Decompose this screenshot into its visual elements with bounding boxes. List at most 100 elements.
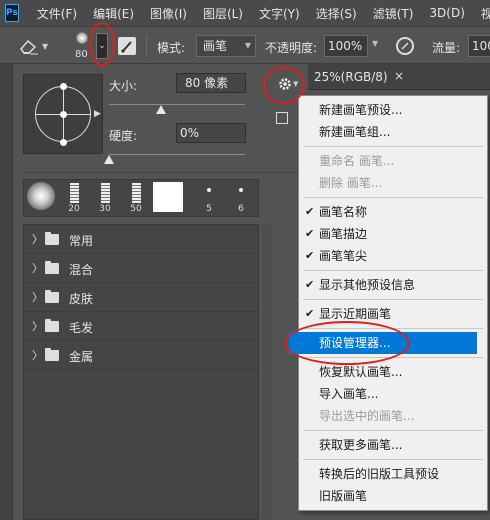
chevron-down-icon: ▼: [244, 41, 251, 50]
soft-round-brush-icon: [27, 182, 55, 210]
menu-item-label: 显示其他预设信息: [319, 278, 416, 292]
menu-item-label: 旧版画笔: [319, 489, 368, 503]
recent-brush-label: 5: [206, 204, 212, 214]
document-tab[interactable]: 25%(RGB/8) ×: [308, 64, 490, 90]
chevron-right-icon[interactable]: 〉: [32, 318, 43, 334]
brush-settings-icon[interactable]: [118, 37, 136, 55]
menu-bar: Ps 文件(F) 编辑(E) 图像(I) 图层(L) 文字(Y) 选择(S) 滤…: [0, 0, 490, 26]
tip-roundness-handle[interactable]: [60, 139, 67, 146]
menu-select[interactable]: 选择(S): [316, 5, 357, 22]
folder-label: 金属: [69, 350, 94, 364]
mode-select[interactable]: 画笔 ▼: [196, 35, 256, 57]
recent-brush-hard-square[interactable]: [152, 180, 186, 216]
menu-image[interactable]: 图像(I): [150, 5, 187, 22]
folder-row[interactable]: 〉 毛发: [24, 312, 258, 341]
menu-item-label: 导入画笔...: [319, 387, 379, 401]
recent-brush-30[interactable]: 30: [90, 180, 120, 216]
tool-preset-caret-icon[interactable]: ▼: [42, 42, 48, 51]
folder-row[interactable]: 〉 混合: [24, 254, 258, 283]
recent-brush-50[interactable]: 50: [121, 180, 151, 216]
new-preset-icon[interactable]: [276, 112, 288, 124]
menu-item-label: 画笔描边: [319, 227, 368, 241]
tip-roundness-handle[interactable]: [60, 83, 67, 90]
recent-brush-soft-round[interactable]: [26, 180, 56, 216]
mode-value: 画笔: [203, 39, 228, 53]
menu-item-brush-stroke[interactable]: ✔ 画笔描边: [299, 223, 487, 245]
pressure-opacity-icon[interactable]: [396, 37, 414, 55]
opacity-slider-arrow-icon[interactable]: ▼: [372, 39, 378, 48]
menu-item-import-brushes[interactable]: 导入画笔...: [299, 383, 487, 405]
folder-label: 常用: [69, 234, 94, 248]
menu-item-show-extra-preset-info[interactable]: ✔ 显示其他预设信息: [299, 274, 487, 296]
menu-layer[interactable]: 图层(L): [203, 5, 243, 22]
folder-icon: [45, 348, 59, 361]
tip-center-handle[interactable]: [60, 111, 67, 118]
menu-separator: [303, 459, 483, 460]
menu-item-export-selected-brushes[interactable]: 导出选中的画笔...: [299, 405, 487, 427]
folder-icon: [45, 290, 59, 303]
menu-item-rename-brush[interactable]: 重命名 画笔...: [299, 150, 487, 172]
size-slider-thumb[interactable]: [155, 105, 166, 114]
menu-type[interactable]: 文字(Y): [259, 5, 300, 22]
recent-brush-label: 30: [99, 204, 111, 214]
menu-item-delete-brush[interactable]: 删除 画笔...: [299, 172, 487, 194]
hardness-input[interactable]: 0%: [176, 123, 246, 143]
folder-row[interactable]: 〉 常用: [24, 225, 258, 254]
annotation-ring-brush-dropdown: [89, 22, 115, 66]
close-icon[interactable]: ×: [394, 69, 404, 83]
annotation-ring-gear: [263, 66, 305, 104]
menu-3d[interactable]: 3D(D): [429, 6, 464, 20]
texture-brush-icon: [101, 183, 110, 203]
chevron-right-icon[interactable]: 〉: [32, 231, 43, 247]
chevron-right-icon[interactable]: 〉: [32, 260, 43, 276]
menu-item-label: 画笔笔尖: [319, 249, 368, 263]
photoshop-logo[interactable]: Ps: [5, 4, 19, 22]
folder-label: 毛发: [69, 321, 94, 335]
folder-list-scrollbar[interactable]: [262, 224, 272, 520]
size-slider-track[interactable]: [109, 104, 245, 105]
menu-item-new-brush-preset[interactable]: 新建画笔预设...: [299, 99, 487, 121]
recent-brush-label: 20: [68, 204, 80, 214]
menu-filter[interactable]: 滤镜(T): [373, 5, 414, 22]
menu-item-reset-brushes[interactable]: 恢复默认画笔...: [299, 361, 487, 383]
chevron-right-icon[interactable]: 〉: [32, 289, 43, 305]
menu-edit[interactable]: 编辑(E): [93, 5, 134, 22]
hardness-value: 0%: [180, 126, 200, 140]
checkmark-icon: ✔: [305, 249, 315, 262]
menu-item-legacy-brushes[interactable]: 旧版画笔: [299, 485, 487, 507]
menu-separator: [303, 270, 483, 271]
menu-item-new-brush-group[interactable]: 新建画笔组...: [299, 121, 487, 143]
menu-item-label: 画笔名称: [319, 205, 368, 219]
panel-divider: [23, 172, 303, 173]
menu-item-label: 新建画笔预设...: [319, 103, 403, 117]
checkmark-icon: ✔: [305, 227, 315, 240]
menu-item-brush-name[interactable]: ✔ 画笔名称: [299, 201, 487, 223]
opacity-value: 100%: [328, 39, 363, 53]
menu-file[interactable]: 文件(F): [37, 5, 77, 22]
brush-tip-angle-preview[interactable]: ▶: [23, 74, 103, 154]
checkmark-icon: ✔: [305, 307, 315, 320]
hardness-slider-thumb[interactable]: [104, 155, 114, 164]
menu-item-brush-tip[interactable]: ✔ 画笔笔尖: [299, 245, 487, 267]
hardness-slider-track[interactable]: [109, 154, 245, 155]
size-input[interactable]: 80 像素: [176, 73, 246, 93]
flow-input[interactable]: 100: [468, 35, 490, 57]
mode-label: 模式:: [157, 41, 186, 55]
chevron-right-icon[interactable]: 〉: [32, 347, 43, 363]
menu-view[interactable]: 视图: [481, 5, 490, 22]
menu-item-label: 导出选中的画笔...: [319, 409, 415, 423]
tools-panel-edge: [0, 64, 13, 520]
recent-brush-20[interactable]: 20: [59, 180, 89, 216]
folder-row[interactable]: 〉 皮肤: [24, 283, 258, 312]
menu-item-label: 删除 画笔...: [319, 176, 383, 190]
menu-item-converted-legacy-tool-presets[interactable]: 转换后的旧版工具预设: [299, 463, 487, 485]
folder-row[interactable]: 〉 金属: [24, 341, 258, 370]
menu-item-get-more-brushes[interactable]: 获取更多画笔...: [299, 434, 487, 456]
recent-brush-5[interactable]: 5: [194, 180, 224, 216]
brush-panel-context-menu: 新建画笔预设... 新建画笔组... 重命名 画笔... 删除 画笔... ✔ 画…: [289, 95, 488, 511]
eraser-icon[interactable]: [18, 37, 40, 55]
tip-angle-arrow-icon[interactable]: ▶: [94, 109, 101, 119]
opacity-input[interactable]: 100%: [324, 35, 368, 57]
dot-brush-icon: [239, 188, 243, 192]
recent-brush-6[interactable]: 6: [226, 180, 256, 216]
